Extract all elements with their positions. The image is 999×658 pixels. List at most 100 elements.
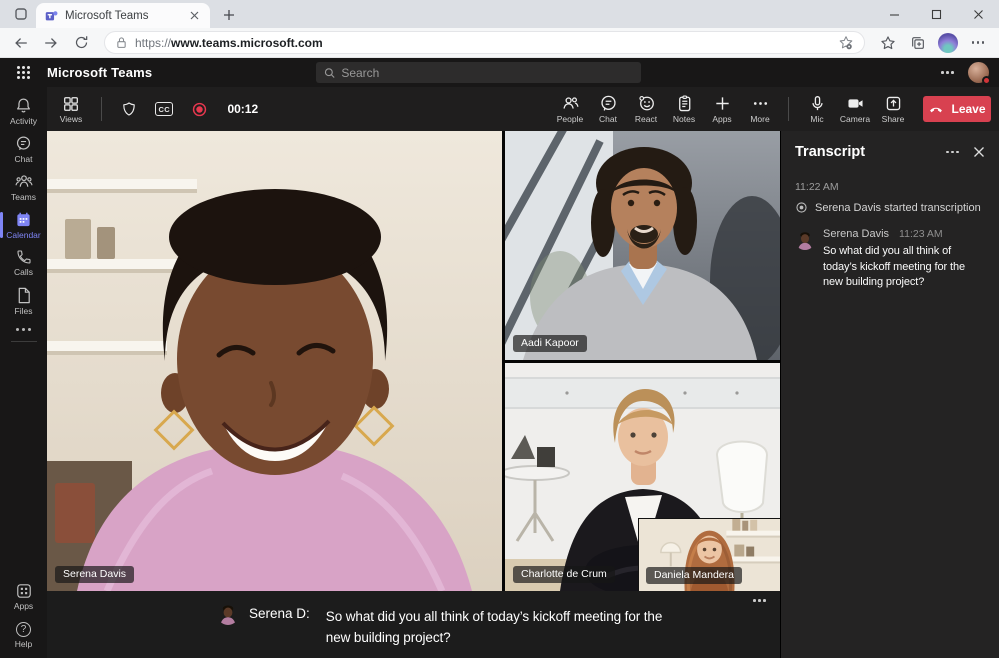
meeting-main: Views CC 00:12 People — [47, 87, 999, 658]
meeting-content: Serena Davis — [47, 131, 999, 658]
header-more-button[interactable] — [941, 71, 954, 74]
apps-grid-icon — [16, 583, 32, 599]
transcript-system-event: Serena Davis started transcription — [795, 201, 987, 214]
help-icon: ? — [16, 622, 31, 637]
video-tile-serena-davis[interactable]: Serena Davis — [47, 131, 502, 591]
more-dots-icon — [751, 94, 770, 113]
chat-button[interactable]: Chat — [590, 89, 626, 129]
transcript-entry-time: 11:23 AM — [899, 228, 943, 240]
calendar-icon — [15, 211, 32, 228]
sidebar-item-teams[interactable]: Teams — [0, 168, 47, 206]
minimize-button[interactable] — [873, 0, 915, 28]
tab-actions-button[interactable] — [8, 1, 34, 27]
app-body: Activity Chat Teams Calendar Calls Files — [0, 87, 999, 658]
notes-button[interactable]: Notes — [666, 89, 702, 129]
url-host: www.teams.microsoft.com — [171, 36, 323, 50]
sidebar-label: Calendar — [6, 230, 41, 240]
sidebar-item-apps[interactable]: Apps — [0, 578, 47, 616]
meeting-stage: Serena Davis — [47, 131, 780, 658]
browser-window: Microsoft Teams https://www.teams.mi — [0, 0, 999, 658]
recording-indicator — [191, 101, 208, 118]
sidebar-item-calls[interactable]: Calls — [0, 244, 47, 282]
sidebar: Activity Chat Teams Calendar Calls Files — [0, 87, 47, 658]
phone-icon — [16, 249, 32, 265]
file-icon — [16, 287, 32, 304]
transcript-session-time: 11:22 AM — [795, 181, 987, 193]
video-tile-charlotte-de-crum[interactable]: Charlotte de Crum — [505, 363, 780, 591]
video-tile-aadi-kapoor[interactable]: Aadi Kapoor — [505, 131, 780, 360]
sidebar-label: Files — [15, 306, 33, 316]
camera-icon — [846, 94, 865, 113]
video-tile-daniela-mandera[interactable]: Daniela Mandera — [638, 518, 780, 591]
leave-button[interactable]: Leave — [923, 96, 991, 122]
teams-people-icon — [15, 173, 33, 190]
browser-menu-button[interactable] — [965, 31, 991, 55]
participant-nametag: Charlotte de Crum — [513, 566, 615, 583]
sidebar-divider — [11, 341, 37, 342]
mic-button[interactable]: Mic — [799, 89, 835, 129]
browser-profile-avatar[interactable] — [938, 33, 958, 53]
sidebar-label: Chat — [15, 154, 33, 164]
transcript-close-icon[interactable] — [973, 146, 985, 158]
transcription-record-icon — [795, 201, 808, 214]
captions-indicator[interactable]: CC — [155, 102, 173, 116]
transcript-speaker-avatar — [795, 230, 815, 250]
live-captions-bar: Serena D: So what did you all think of t… — [47, 591, 780, 658]
sidebar-more-button[interactable] — [16, 328, 31, 331]
user-avatar[interactable] — [968, 62, 989, 83]
more-button[interactable]: More — [742, 89, 778, 129]
search-box[interactable] — [316, 62, 641, 83]
caption-speaker-avatar — [217, 603, 239, 625]
plus-icon — [713, 94, 732, 113]
sidebar-item-activity[interactable]: Activity — [0, 92, 47, 130]
transcript-more-button[interactable] — [946, 151, 959, 154]
toolbar-divider — [101, 97, 102, 121]
sidebar-item-files[interactable]: Files — [0, 282, 47, 320]
tab-close-icon[interactable] — [186, 8, 202, 24]
views-label: Views — [60, 114, 83, 124]
address-bar-badge-icon[interactable] — [838, 35, 854, 51]
sidebar-label: Calls — [14, 267, 33, 277]
lock-icon — [115, 36, 128, 49]
serena-davis-video — [47, 131, 502, 591]
sidebar-item-help[interactable]: ? Help — [0, 616, 47, 654]
close-window-button[interactable] — [957, 0, 999, 28]
participant-nametag: Aadi Kapoor — [513, 335, 587, 352]
mic-icon — [808, 94, 827, 113]
forward-button[interactable] — [38, 31, 64, 55]
notes-icon — [675, 94, 694, 113]
maximize-button[interactable] — [915, 0, 957, 28]
address-bar[interactable]: https://www.teams.microsoft.com — [104, 31, 865, 54]
people-button[interactable]: People — [552, 89, 588, 129]
app-title: Microsoft Teams — [47, 65, 152, 80]
sidebar-label: Help — [15, 639, 32, 649]
share-button[interactable]: Share — [875, 89, 911, 129]
refresh-button[interactable] — [68, 31, 94, 55]
app-launcher-button[interactable] — [0, 66, 47, 79]
transcript-entry-text: So what did you all think of today’s kic… — [823, 244, 987, 291]
camera-button[interactable]: Camera — [837, 89, 873, 129]
teams-favicon-icon — [44, 9, 58, 23]
views-button[interactable]: Views — [53, 89, 89, 129]
presence-busy-badge — [982, 76, 991, 85]
back-button[interactable] — [8, 31, 34, 55]
react-button[interactable]: React — [628, 89, 664, 129]
toolbar-divider — [788, 97, 789, 121]
cc-icon: CC — [155, 102, 173, 116]
security-shield-icon[interactable] — [121, 101, 137, 117]
favorites-star-button[interactable] — [875, 31, 901, 55]
record-icon — [191, 101, 208, 118]
react-emoji-icon — [637, 94, 656, 113]
search-input[interactable] — [341, 66, 633, 80]
new-tab-button[interactable] — [216, 3, 242, 27]
apps-button[interactable]: Apps — [704, 89, 740, 129]
captions-more-button[interactable] — [753, 599, 766, 602]
collections-button[interactable] — [905, 31, 931, 55]
browser-tab[interactable]: Microsoft Teams — [36, 3, 210, 28]
caption-text: So what did you all think of today’s kic… — [326, 606, 678, 648]
url-text: https://www.teams.microsoft.com — [135, 36, 831, 50]
sidebar-item-calendar[interactable]: Calendar — [0, 206, 47, 244]
transcript-header: Transcript — [781, 131, 999, 173]
transcript-entry: Serena Davis 11:23 AM So what did you al… — [795, 228, 987, 291]
sidebar-item-chat[interactable]: Chat — [0, 130, 47, 168]
